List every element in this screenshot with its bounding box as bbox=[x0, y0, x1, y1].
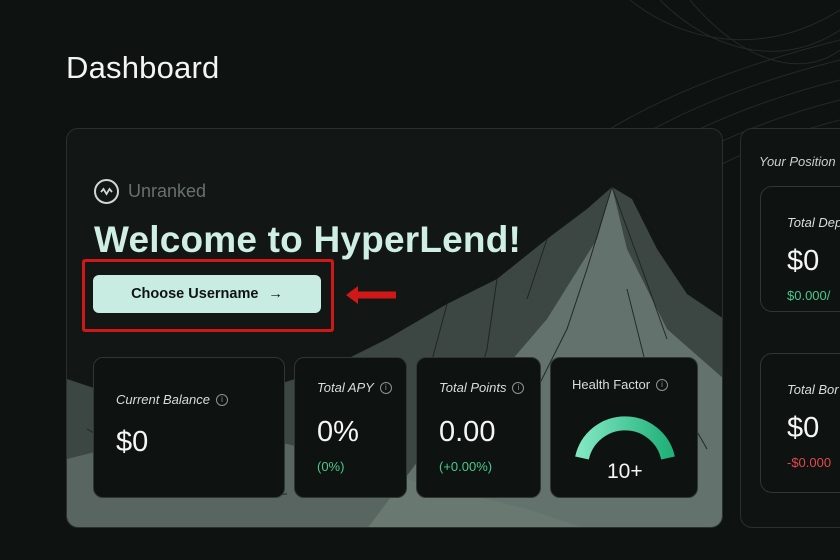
total-deposit-card: Total Dep $0 $0.000/ bbox=[760, 186, 840, 312]
total-points-change: (+0.00%) bbox=[439, 459, 493, 474]
left-arrow-icon bbox=[346, 286, 396, 304]
info-icon[interactable]: i bbox=[512, 381, 525, 394]
info-icon[interactable]: i bbox=[656, 378, 669, 391]
rank-label: Unranked bbox=[128, 181, 207, 201]
total-points-card: Total Points i 0.00 (+0.00%) bbox=[416, 357, 541, 498]
current-balance-value: $0 bbox=[116, 426, 149, 458]
current-balance-title: Current Balance bbox=[116, 392, 210, 407]
health-factor-title: Health Factor bbox=[572, 377, 651, 392]
total-points-title: Total Points bbox=[439, 380, 507, 395]
total-apy-card: Total APY i 0% (0%) bbox=[294, 357, 407, 498]
health-factor-value: 10+ bbox=[607, 460, 643, 483]
choose-username-label: Choose Username bbox=[131, 286, 259, 302]
welcome-heading: Welcome to HyperLend! bbox=[94, 219, 522, 260]
choose-username-button[interactable]: Choose Username → bbox=[93, 275, 321, 313]
health-factor-card: Health Factor i 10+ bbox=[550, 357, 698, 498]
current-balance-card: Current Balance i $0 bbox=[93, 357, 285, 498]
your-position-card: Your Position Total Dep $0 $0.000/ Total… bbox=[740, 128, 840, 528]
total-borrow-card: Total Bor $0 -$0.000 bbox=[760, 353, 840, 493]
total-deposit-label: Total Dep bbox=[787, 215, 840, 230]
total-apy-change: (0%) bbox=[317, 459, 345, 474]
total-points-value: 0.00 bbox=[439, 416, 496, 448]
total-deposit-value: $0 bbox=[787, 245, 820, 277]
total-apy-value: 0% bbox=[317, 416, 359, 448]
total-deposit-change: $0.000/ bbox=[787, 288, 831, 303]
right-arrow-icon: → bbox=[268, 286, 283, 302]
info-icon[interactable]: i bbox=[379, 381, 392, 394]
rank-badge: Unranked bbox=[94, 179, 206, 204]
total-borrow-value: $0 bbox=[787, 412, 820, 444]
page-title: Dashboard bbox=[66, 50, 220, 85]
total-apy-title: Total APY bbox=[317, 380, 374, 395]
wave-circle-icon bbox=[94, 179, 119, 204]
your-position-title: Your Position bbox=[759, 154, 836, 169]
total-borrow-change: -$0.000 bbox=[787, 455, 832, 470]
info-icon[interactable]: i bbox=[215, 393, 228, 406]
total-borrow-label: Total Bor bbox=[787, 382, 839, 397]
